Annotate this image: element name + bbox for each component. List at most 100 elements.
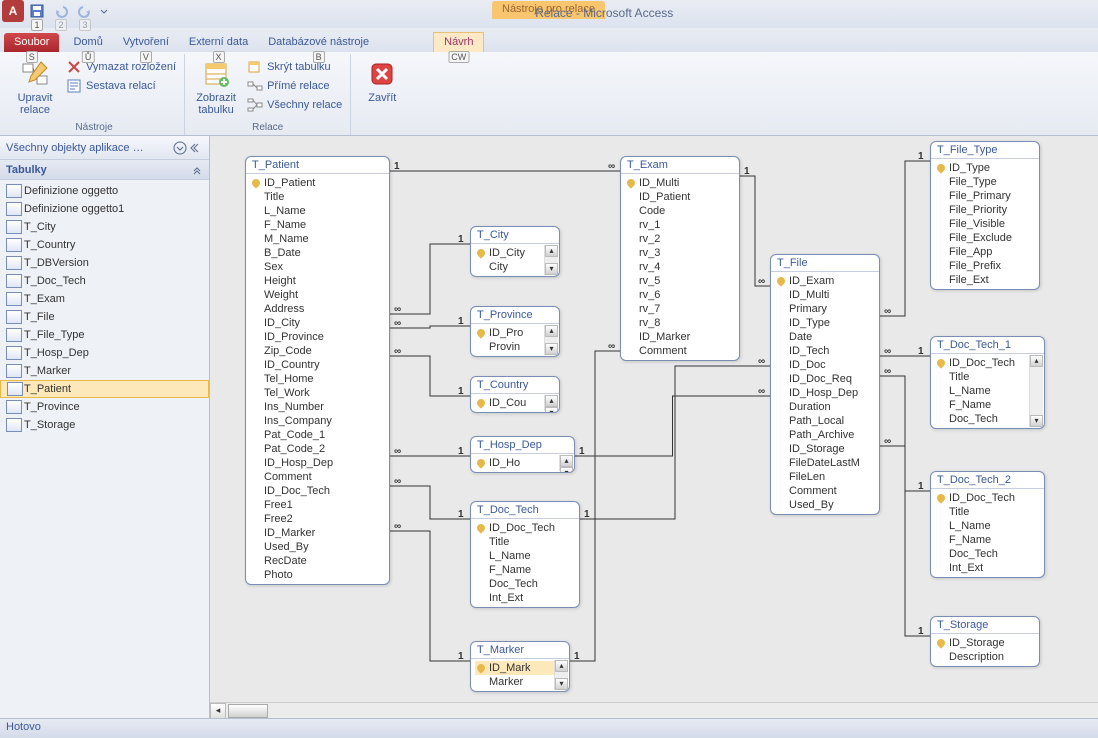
edit-relations-button[interactable]: Upravit relace — [10, 56, 60, 120]
nav-item-definizione-oggetto[interactable]: Definizione oggetto — [0, 182, 209, 200]
field-path_archive[interactable]: Path_Archive — [775, 428, 875, 442]
field-code[interactable]: Code — [625, 204, 735, 218]
field-id_marker[interactable]: ID_Marker — [625, 330, 735, 344]
field-photo[interactable]: Photo — [250, 568, 385, 582]
qat-undo-icon[interactable]: 2 — [50, 0, 72, 22]
table-title[interactable]: T_File_Type — [931, 142, 1039, 159]
field-id_type[interactable]: ID_Type — [775, 316, 875, 330]
table-t_province[interactable]: T_ProvinceID_ProProvin▴▾ — [470, 306, 560, 357]
field-used_by[interactable]: Used_By — [250, 540, 385, 554]
field-id_patient[interactable]: ID_Patient — [625, 190, 735, 204]
field-m_name[interactable]: M_Name — [250, 232, 385, 246]
field-ins_company[interactable]: Ins_Company — [250, 414, 385, 428]
nav-item-t-city[interactable]: T_City — [0, 218, 209, 236]
field-title[interactable]: Title — [935, 370, 1040, 384]
field-tel_work[interactable]: Tel_Work — [250, 386, 385, 400]
table-title[interactable]: T_Storage — [931, 617, 1039, 634]
field-provin[interactable]: Provin — [475, 340, 555, 354]
field-file_app[interactable]: File_App — [935, 245, 1035, 259]
table-title[interactable]: T_Country — [471, 377, 559, 394]
table-title[interactable]: T_Patient — [246, 157, 389, 174]
hide-table-button[interactable]: Skrýt tabulku — [245, 58, 344, 76]
table-title[interactable]: T_Doc_Tech — [471, 502, 579, 519]
nav-section-tables[interactable]: Tabulky — [0, 160, 209, 180]
field-file_ext[interactable]: File_Ext — [935, 273, 1035, 287]
tab-create[interactable]: Vytvoření V — [113, 33, 179, 52]
nav-item-definizione-oggetto1[interactable]: Definizione oggetto1 — [0, 200, 209, 218]
direct-relations-button[interactable]: Přímé relace — [245, 77, 344, 95]
table-t_doc_tech[interactable]: T_Doc_TechID_Doc_TechTitleL_NameF_NameDo… — [470, 501, 580, 608]
field-rv_4[interactable]: rv_4 — [625, 260, 735, 274]
tab-dbtools[interactable]: Databázové nástroje B — [258, 33, 379, 52]
field-id_province[interactable]: ID_Province — [250, 330, 385, 344]
field-free1[interactable]: Free1 — [250, 498, 385, 512]
field-primary[interactable]: Primary — [775, 302, 875, 316]
field-id_storage[interactable]: ID_Storage — [775, 442, 875, 456]
nav-item-t-province[interactable]: T_Province — [0, 398, 209, 416]
collapse-icon[interactable] — [189, 141, 203, 155]
close-button[interactable]: Zavřít — [357, 56, 407, 120]
table-scrollbar[interactable]: ▴▾ — [544, 325, 558, 355]
table-t_doc_tech_2[interactable]: T_Doc_Tech_2ID_Doc_TechTitleL_NameF_Name… — [930, 471, 1045, 578]
field-int_ext[interactable]: Int_Ext — [475, 591, 575, 605]
field-path_local[interactable]: Path_Local — [775, 414, 875, 428]
field-rv_8[interactable]: rv_8 — [625, 316, 735, 330]
field-id_hosp_dep[interactable]: ID_Hosp_Dep — [775, 386, 875, 400]
field-b_date[interactable]: B_Date — [250, 246, 385, 260]
field-l_name[interactable]: L_Name — [935, 384, 1040, 398]
field-zip_code[interactable]: Zip_Code — [250, 344, 385, 358]
table-t_patient[interactable]: T_PatientID_PatientTitleL_NameF_NameM_Na… — [245, 156, 390, 585]
field-duration[interactable]: Duration — [775, 400, 875, 414]
qat-dropdown-icon[interactable] — [98, 0, 110, 22]
table-t_city[interactable]: T_CityID_CityCity▴▾ — [470, 226, 560, 277]
field-file_visible[interactable]: File_Visible — [935, 217, 1035, 231]
field-comment[interactable]: Comment — [775, 484, 875, 498]
horizontal-scrollbar[interactable]: ◂ — [210, 702, 1098, 718]
show-table-button[interactable]: Zobrazit tabulku — [191, 56, 241, 120]
nav-item-t-storage[interactable]: T_Storage — [0, 416, 209, 434]
field-id_doc_tech[interactable]: ID_Doc_Tech — [475, 521, 575, 535]
table-scrollbar[interactable]: ▴▾ — [1029, 355, 1043, 427]
nav-item-t-hosp-dep[interactable]: T_Hosp_Dep — [0, 344, 209, 362]
dropdown-icon[interactable] — [173, 141, 187, 155]
table-title[interactable]: T_Marker — [471, 642, 569, 659]
nav-item-t-dbversion[interactable]: T_DBVersion — [0, 254, 209, 272]
field-tel_home[interactable]: Tel_Home — [250, 372, 385, 386]
field-id_country[interactable]: ID_Country — [250, 358, 385, 372]
field-free2[interactable]: Free2 — [250, 512, 385, 526]
field-f_name[interactable]: F_Name — [935, 533, 1040, 547]
field-pat_code_2[interactable]: Pat_Code_2 — [250, 442, 385, 456]
table-title[interactable]: T_File — [771, 255, 879, 272]
field-id_exam[interactable]: ID_Exam — [775, 274, 875, 288]
field-id_patient[interactable]: ID_Patient — [250, 176, 385, 190]
field-title[interactable]: Title — [475, 535, 575, 549]
field-filedatelastm[interactable]: FileDateLastM — [775, 456, 875, 470]
field-id_tech[interactable]: ID_Tech — [775, 344, 875, 358]
field-int_ext[interactable]: Int_Ext — [935, 561, 1040, 575]
field-id_hosp_dep[interactable]: ID_Hosp_Dep — [250, 456, 385, 470]
nav-item-t-exam[interactable]: T_Exam — [0, 290, 209, 308]
field-file_prefix[interactable]: File_Prefix — [935, 259, 1035, 273]
field-id_mark[interactable]: ID_Mark — [475, 661, 565, 675]
table-title[interactable]: T_Exam — [621, 157, 739, 174]
tab-home[interactable]: Domů Ů — [63, 33, 112, 52]
field-f_name[interactable]: F_Name — [935, 398, 1040, 412]
table-t_doc_tech_1[interactable]: T_Doc_Tech_1ID_Doc_TechTitleL_NameF_Name… — [930, 336, 1045, 429]
field-weight[interactable]: Weight — [250, 288, 385, 302]
nav-item-t-marker[interactable]: T_Marker — [0, 362, 209, 380]
field-id_doc_req[interactable]: ID_Doc_Req — [775, 372, 875, 386]
field-recdate[interactable]: RecDate — [250, 554, 385, 568]
field-id_doc_tech[interactable]: ID_Doc_Tech — [935, 356, 1040, 370]
field-file_exclude[interactable]: File_Exclude — [935, 231, 1035, 245]
relationship-diagram[interactable]: 1∞∞1∞1∞1∞1∞1∞11∞1∞1∞1∞∞1∞1∞1∞1 T_Patient… — [210, 136, 1098, 718]
field-id_type[interactable]: ID_Type — [935, 161, 1035, 175]
field-file_primary[interactable]: File_Primary — [935, 189, 1035, 203]
field-l_name[interactable]: L_Name — [935, 519, 1040, 533]
field-id_multi[interactable]: ID_Multi — [775, 288, 875, 302]
relation-report-button[interactable]: Sestava relací — [64, 77, 178, 95]
field-title[interactable]: Title — [250, 190, 385, 204]
field-rv_6[interactable]: rv_6 — [625, 288, 735, 302]
table-scrollbar[interactable]: ▴▾ — [544, 245, 558, 275]
table-scrollbar[interactable]: ▴▾ — [544, 395, 558, 411]
field-description[interactable]: Description — [935, 650, 1035, 664]
